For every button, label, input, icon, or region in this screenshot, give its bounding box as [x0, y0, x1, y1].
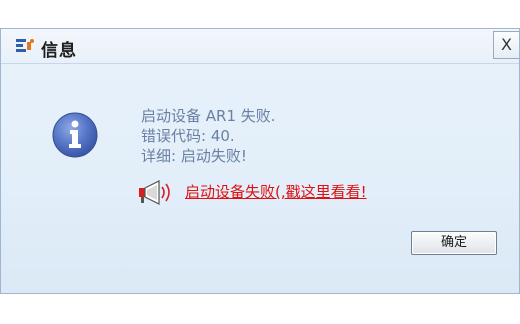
close-button[interactable]: X	[493, 31, 519, 59]
megaphone-icon	[139, 180, 170, 205]
dialog-title: 信息	[41, 41, 77, 61]
message-line-3: 详细: 启动失败!	[141, 147, 247, 165]
dialog-titlebar[interactable]: 信息 X	[1, 29, 519, 64]
app-logo-icon	[16, 39, 34, 52]
message-line-1: 启动设备 AR1 失败.	[141, 107, 276, 125]
failure-help-link[interactable]: 启动设备失败(,戳这里看看!	[185, 181, 367, 202]
ok-button[interactable]: 确定	[411, 231, 497, 255]
message-line-2: 错误代码: 40.	[141, 127, 235, 145]
info-dialog: 信息 X 启动设备 AR1 失败. 错误代码: 40. 详细: 启动失败! 启动…	[0, 28, 520, 294]
info-icon	[52, 112, 98, 158]
